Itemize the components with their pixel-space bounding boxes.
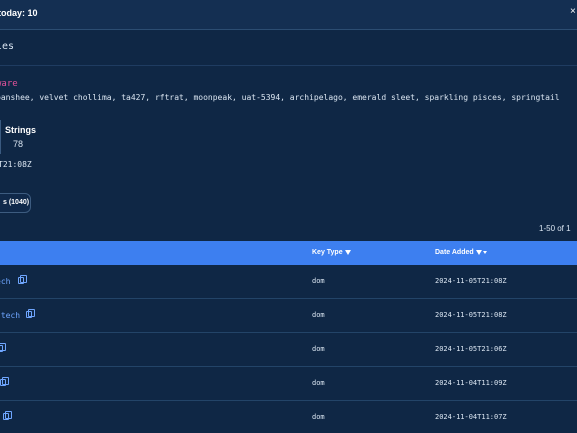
filter-icon[interactable] bbox=[344, 249, 351, 255]
column-date-added-label: Date Added bbox=[435, 249, 474, 256]
actor-list: banshee, velvet chollima, ta427, rftrat,… bbox=[0, 93, 560, 102]
tab-domains-label: s (1040) bbox=[3, 199, 30, 206]
date-added-cell: 2024-11-05T21:06Z bbox=[435, 345, 507, 353]
table-row: dom 2024-11-05T21:06Z bbox=[0, 333, 577, 367]
top-bar: today: 10 × bbox=[0, 0, 577, 30]
last-seen-timestamp: T21:08Z bbox=[0, 160, 32, 169]
filter-icon[interactable] bbox=[475, 249, 482, 255]
date-added-cell: 2024-11-04T11:09Z bbox=[435, 379, 507, 387]
copy-icon[interactable] bbox=[18, 275, 27, 284]
table-row: dom 2024-11-04T11:09Z bbox=[0, 367, 577, 401]
breadcrumb: les bbox=[0, 30, 577, 66]
key-type-cell: dom bbox=[312, 277, 325, 285]
table-row: dom 2024-11-04T11:07Z bbox=[0, 401, 577, 433]
close-icon[interactable]: × bbox=[570, 6, 576, 17]
copy-icon[interactable] bbox=[0, 377, 9, 386]
table-header: Key Type Date Added bbox=[0, 241, 577, 265]
today-counter: today: 10 bbox=[0, 8, 38, 18]
strings-stat: Strings 78 bbox=[0, 120, 37, 154]
key-type-cell: dom bbox=[312, 311, 325, 319]
copy-icon[interactable] bbox=[3, 411, 12, 420]
date-added-cell: 2024-11-05T21:08Z bbox=[435, 277, 507, 285]
key-type-cell: dom bbox=[312, 345, 325, 353]
strings-value: 78 bbox=[13, 139, 24, 149]
indicator-link[interactable]: .tech bbox=[0, 311, 20, 320]
breadcrumb-link[interactable]: les bbox=[0, 41, 14, 52]
date-added-cell: 2024-11-05T21:08Z bbox=[435, 311, 507, 319]
table-row: .tech dom 2024-11-05T21:08Z bbox=[0, 299, 577, 333]
date-added-cell: 2024-11-04T11:07Z bbox=[435, 413, 507, 421]
tab-domains[interactable]: s (1040) bbox=[0, 193, 31, 213]
key-type-cell: dom bbox=[312, 379, 325, 387]
sort-desc-icon[interactable] bbox=[482, 250, 487, 254]
column-date-added[interactable]: Date Added bbox=[435, 249, 487, 256]
pagination-range: 1-50 of 1 bbox=[539, 224, 571, 233]
column-key-type-label: Key Type bbox=[312, 249, 343, 256]
indicator-link[interactable]: ech bbox=[0, 277, 10, 286]
strings-label: Strings bbox=[5, 125, 37, 135]
copy-icon[interactable] bbox=[0, 343, 6, 352]
table-row: ech dom 2024-11-05T21:08Z bbox=[0, 265, 577, 299]
malware-tag: ware bbox=[0, 79, 18, 89]
key-type-cell: dom bbox=[312, 413, 325, 421]
column-key-type[interactable]: Key Type bbox=[312, 249, 351, 256]
copy-icon[interactable] bbox=[26, 309, 35, 318]
